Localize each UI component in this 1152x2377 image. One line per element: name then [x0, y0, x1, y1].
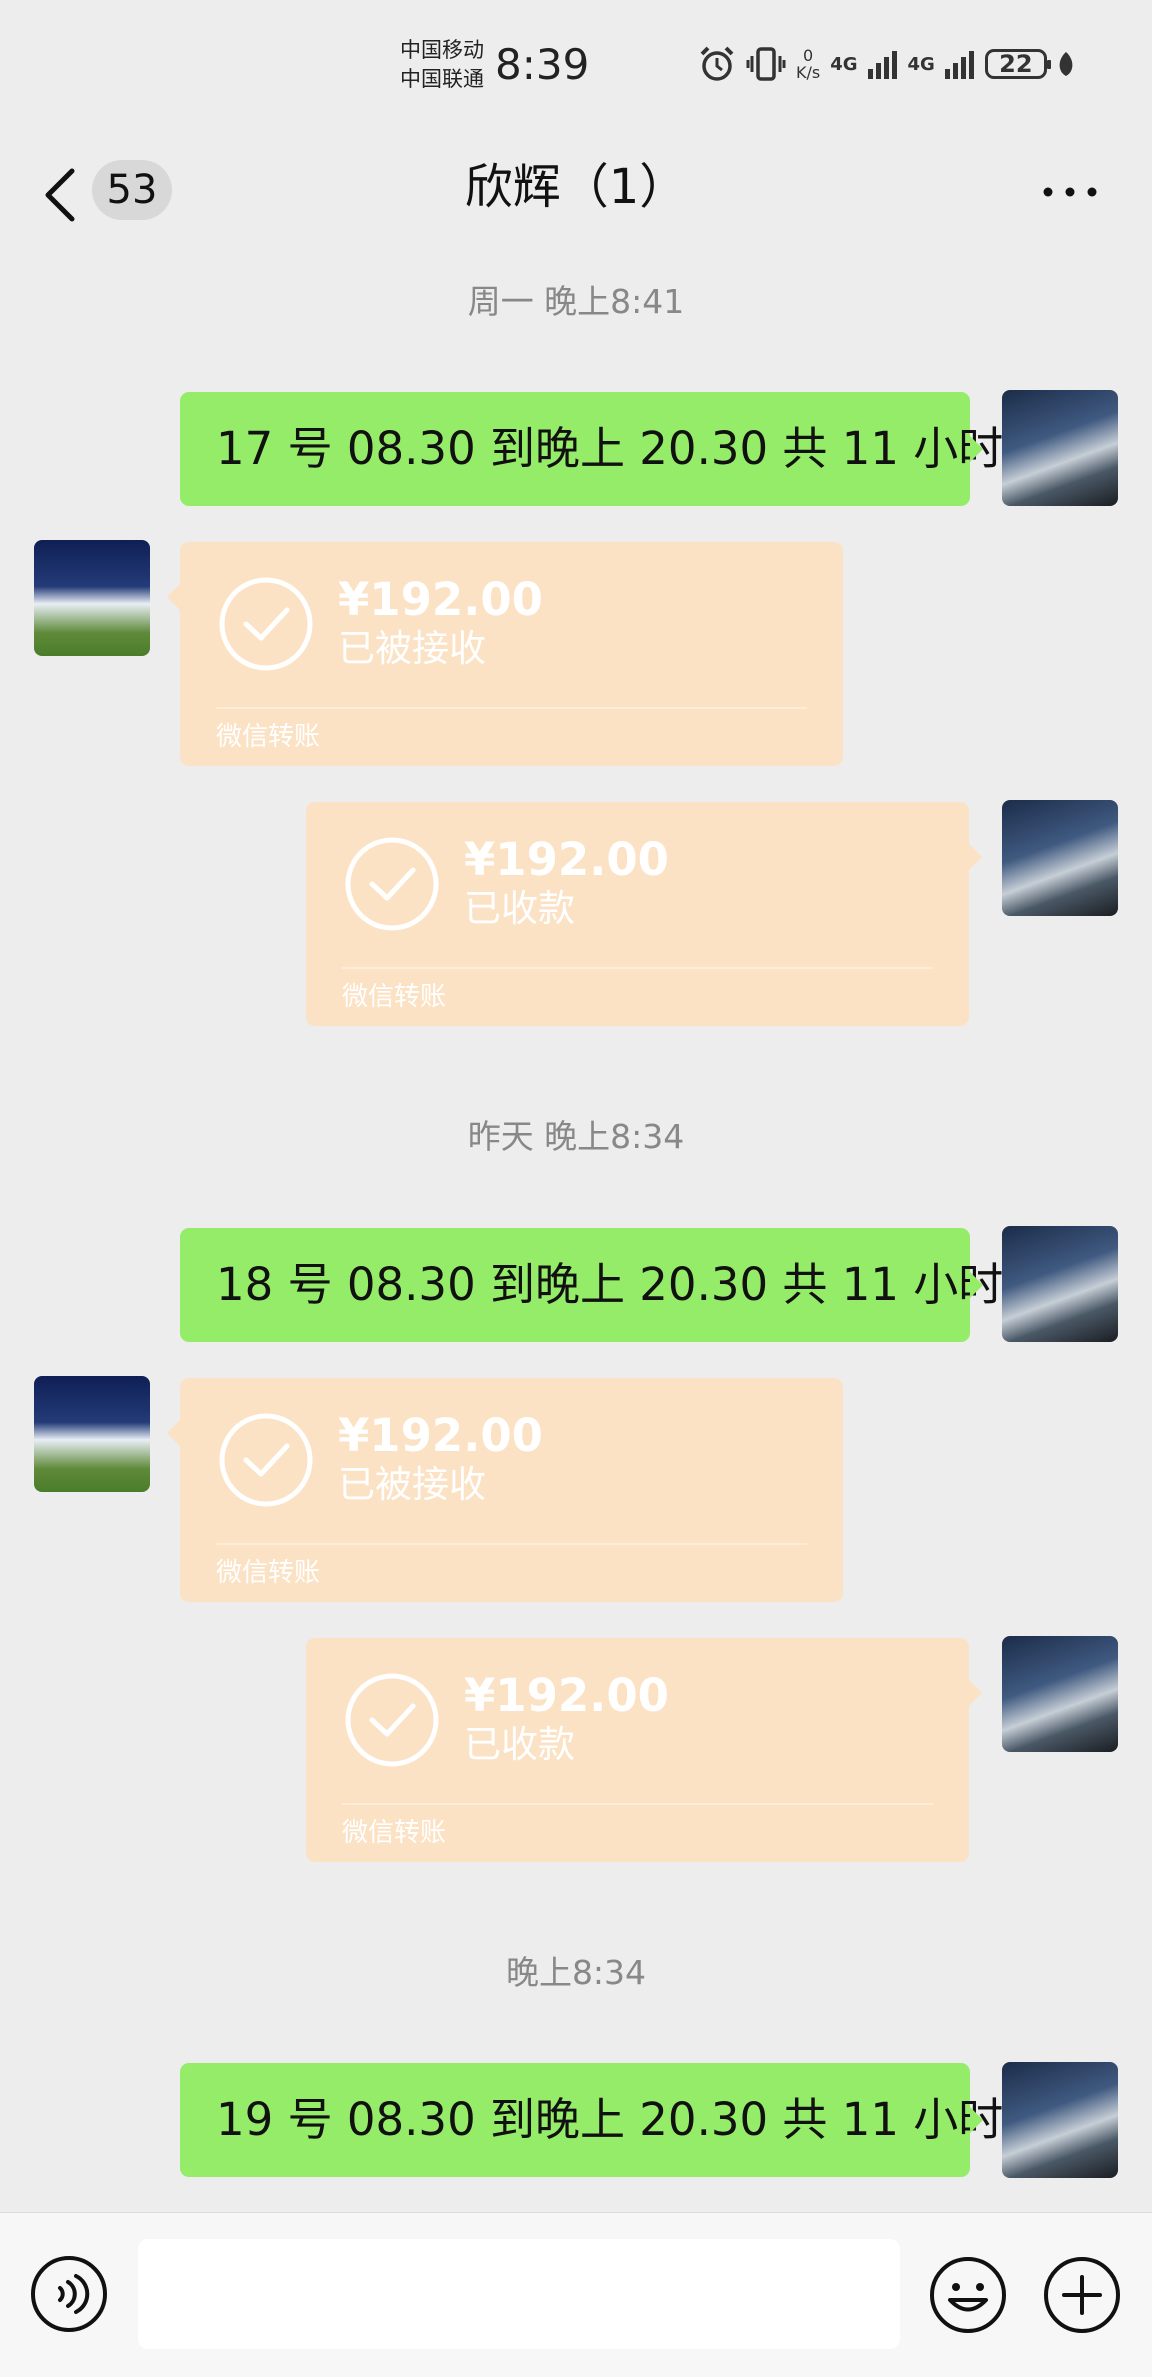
timestamp: 晚上8:34 [505, 1953, 647, 1992]
contact-avatar[interactable] [34, 540, 150, 656]
transfer-status: 已被接收 [338, 1463, 486, 1506]
vibrate-icon [746, 47, 786, 81]
signal-bars-icon [867, 51, 897, 79]
more-dots-icon[interactable] [1040, 177, 1100, 207]
my-avatar[interactable] [1002, 1226, 1118, 1342]
transfer-card[interactable]: ¥192.00 已收款 微信转账 [306, 802, 982, 1026]
transfer-label: 微信转账 [216, 722, 321, 752]
transfer-amount: ¥192.00 [338, 573, 543, 626]
transfer-divider [342, 1803, 933, 1805]
sent-text-message[interactable]: 18 号 08.30 到晚上 20.30 共 11 小时 [180, 1228, 1003, 1342]
transfer-divider [216, 1543, 807, 1545]
signal-bars-icon [944, 51, 974, 79]
transfer-card[interactable]: ¥192.00 已收款 微信转账 [306, 1638, 982, 1862]
check-circle-icon [345, 837, 439, 931]
check-circle-icon [345, 1673, 439, 1767]
transfer-divider [216, 707, 807, 709]
voice-icon[interactable] [30, 2255, 108, 2333]
my-avatar[interactable] [1002, 2062, 1118, 2178]
carrier-2: 中国联通 [400, 67, 484, 91]
carrier-names: 中国移动 中国联通 [400, 36, 484, 94]
chat-title: 欣辉（1） [464, 159, 688, 215]
chat-header: 53 欣辉（1） [0, 135, 1152, 260]
transfer-label: 微信转账 [216, 1558, 321, 1588]
message-input[interactable] [138, 2239, 900, 2349]
transfer-amount: ¥192.00 [464, 833, 669, 886]
carrier-1: 中国移动 [400, 38, 484, 62]
transfer-status: 已收款 [464, 1723, 575, 1766]
contact-avatar[interactable] [34, 1376, 150, 1492]
alarm-icon [700, 46, 734, 81]
timestamp: 周一 晚上8:41 [467, 282, 685, 321]
transfer-card[interactable]: ¥192.00 已被接收 微信转账 [167, 1378, 843, 1602]
transfer-status: 已收款 [464, 887, 575, 930]
sent-text-message[interactable]: 19 号 08.30 到晚上 20.30 共 11 小时 [180, 2063, 1003, 2177]
signal-type-1: 4G [830, 53, 858, 75]
transfer-card[interactable]: ¥192.00 已被接收 微信转账 [167, 542, 843, 766]
transfer-divider [342, 967, 933, 969]
check-circle-icon [219, 577, 313, 671]
transfer-amount: ¥192.00 [464, 1669, 669, 1722]
status-bar: 中国移动 中国联通 8:39 0 K/s 4G 4G 22 [0, 0, 1152, 135]
plus-icon[interactable] [1042, 2255, 1122, 2335]
timestamp: 昨天 晚上8:34 [467, 1117, 685, 1156]
sent-text-message[interactable]: 17 号 08.30 到晚上 20.30 共 11 小时 [180, 392, 1003, 506]
status-icons: 0 K/s 4G 4G 22 [698, 42, 1075, 86]
signal-type-2: 4G [907, 53, 935, 75]
input-bar [0, 2212, 1152, 2377]
transfer-label: 微信转账 [342, 1818, 447, 1848]
transfer-status: 已被接收 [338, 627, 486, 670]
emoji-icon[interactable] [928, 2255, 1008, 2335]
battery-level: 22 [999, 50, 1033, 78]
transfer-amount: ¥192.00 [338, 1409, 543, 1462]
status-time: 8:39 [495, 40, 590, 89]
check-circle-icon [219, 1413, 313, 1507]
battery-indicator: 22 [984, 49, 1051, 79]
leaf-icon [1059, 52, 1073, 76]
my-avatar[interactable] [1002, 1636, 1118, 1752]
net-speed: 0 K/s [796, 47, 820, 81]
net-speed-unit: K/s [796, 63, 821, 82]
transfer-label: 微信转账 [342, 982, 447, 1012]
net-speed-value: 0 [803, 46, 814, 65]
my-avatar[interactable] [1002, 390, 1118, 506]
my-avatar[interactable] [1002, 800, 1118, 916]
